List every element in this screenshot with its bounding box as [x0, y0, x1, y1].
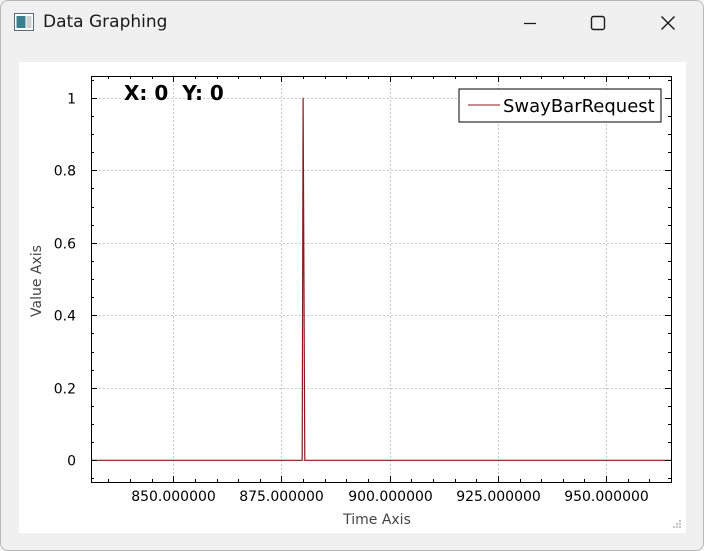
- close-button[interactable]: [645, 1, 691, 45]
- x-tick-label: 950.000000: [564, 489, 649, 505]
- window-title: Data Graphing: [43, 12, 168, 32]
- plot-panel[interactable]: 850.000000 875.000000 900.000000 925.000000…: [19, 62, 686, 533]
- ticks: [91, 76, 672, 482]
- y-tick-label: 0.4: [54, 309, 76, 325]
- y-axis-title: Value Axis: [29, 245, 45, 317]
- y-tick-label: 0.8: [54, 164, 76, 180]
- maximize-icon: [590, 15, 606, 31]
- title-bar[interactable]: Data Graphing: [1, 1, 703, 47]
- minimize-button[interactable]: [507, 1, 553, 45]
- y-tick-label: 1: [67, 92, 76, 108]
- line-chart[interactable]: 850.000000 875.000000 900.000000 925.000000…: [19, 62, 686, 533]
- series-line: [91, 97, 671, 461]
- y-tick-labels: 0 0.2 0.4 0.6 0.8 1: [54, 92, 76, 470]
- maximize-button[interactable]: [575, 1, 621, 45]
- resize-grip-icon[interactable]: [672, 519, 682, 529]
- chart-window-icon: [14, 13, 34, 31]
- close-icon: [661, 16, 675, 30]
- legend-label: SwayBarRequest: [503, 96, 655, 117]
- y-tick-label: 0.6: [54, 237, 76, 253]
- series-layer: [91, 97, 671, 461]
- grid: [91, 76, 671, 482]
- x-tick-label: 925.000000: [456, 489, 541, 505]
- y-tick-label: 0.2: [54, 382, 76, 398]
- x-tick-label: 875.000000: [239, 489, 324, 505]
- cursor-readout: X: 0 Y: 0: [124, 81, 224, 105]
- y-tick-label: 0: [67, 454, 76, 470]
- x-tick-label: 850.000000: [131, 489, 216, 505]
- plot-frame: [91, 76, 672, 483]
- x-tick-labels: 850.000000 875.000000 900.000000 925.000000…: [131, 489, 649, 505]
- minimize-icon: [524, 22, 536, 25]
- x-tick-label: 900.000000: [348, 489, 433, 505]
- legend: SwayBarRequest: [458, 88, 662, 123]
- app-window: Data Graphing 850.000000 875.000000 900.00…: [0, 0, 704, 551]
- x-axis-title: Time Axis: [342, 512, 411, 528]
